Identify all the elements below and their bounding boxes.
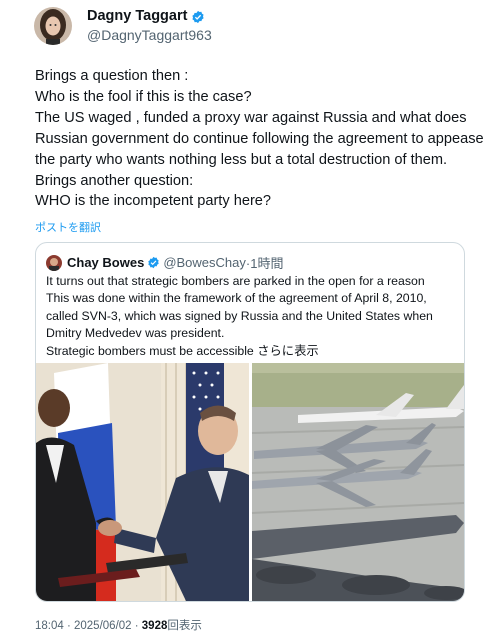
tweet-line: Who is the fool if this is the case? xyxy=(35,88,252,105)
handshake-photo[interactable] xyxy=(36,363,249,601)
views-count: 3928 xyxy=(141,620,168,632)
quote-author-avatar[interactable] xyxy=(46,254,62,271)
author-names: Dagny Taggart @DagnyTaggart963 xyxy=(87,7,212,45)
quote-line: Dmitry Medvedev was president. xyxy=(46,326,225,341)
tweet-line: Russian government do continue following… xyxy=(35,130,484,147)
translate-post-link[interactable]: ポストを翻訳 xyxy=(35,219,101,235)
tweet-line: Brings another question: xyxy=(35,172,194,189)
quote-line: It turns out that strategic bombers are … xyxy=(46,274,425,288)
tweet-footer: 18:04 · 2025/06/02 · 3928回表示 xyxy=(35,617,202,633)
verified-badge-icon xyxy=(147,256,160,269)
quote-author-handle[interactable]: @BowesChay xyxy=(163,255,246,270)
tweet-header: Dagny Taggart @DagnyTaggart963 xyxy=(34,6,212,46)
quoted-tweet-card[interactable]: Chay Bowes @BowesChay ·1時間 It turns out … xyxy=(35,242,465,602)
tweet-timestamp[interactable]: 18:04 · 2025/06/02 · xyxy=(35,620,142,632)
tweet-line: Brings a question then : xyxy=(35,68,189,84)
quote-line: Strategic bombers must be accessible さらに… xyxy=(46,343,319,358)
tweet-line: the party who wants nothing less but a t… xyxy=(35,151,448,168)
quote-header: Chay Bowes @BowesChay ·1時間 xyxy=(46,253,283,272)
author-avatar[interactable] xyxy=(34,7,72,45)
quote-text: It turns out that strategic bombers are … xyxy=(46,273,456,360)
tweet-text: Brings a question then : Who is the fool… xyxy=(35,66,484,212)
quote-line: called SVN-3, which was signed by Russia… xyxy=(46,308,433,323)
quote-media[interactable] xyxy=(36,363,464,601)
verified-badge-icon[interactable] xyxy=(191,10,205,24)
show-more-link[interactable]: さらに表示 xyxy=(257,344,319,358)
quote-line: This was done within the framework of th… xyxy=(46,291,427,306)
tweet-line: WHO is the incompetent party here? xyxy=(35,193,272,210)
tweet-line: The US waged , funded a proxy war agains… xyxy=(35,109,467,126)
author-handle[interactable]: @DagnyTaggart963 xyxy=(87,26,212,45)
bombers-photo[interactable] xyxy=(251,363,464,601)
views-label: 回表示 xyxy=(167,620,202,632)
quote-author-name[interactable]: Chay Bowes xyxy=(67,255,144,270)
quote-time: ·1時間 xyxy=(245,256,284,271)
author-display-name[interactable]: Dagny Taggart xyxy=(87,7,187,26)
